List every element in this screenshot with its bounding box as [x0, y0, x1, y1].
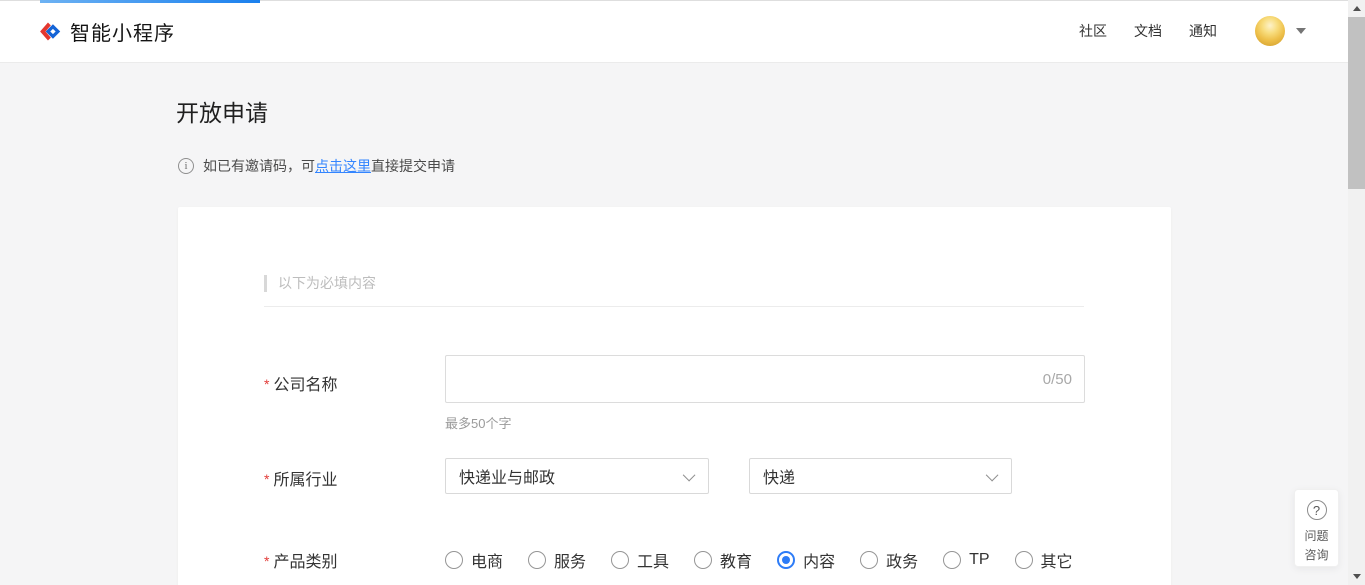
- required-asterisk: *: [264, 553, 269, 569]
- radio-label: 其它: [1041, 548, 1073, 572]
- radio-option-content[interactable]: 内容: [777, 548, 835, 572]
- radio-label: 服务: [554, 548, 586, 572]
- nav-notifications-link[interactable]: 通知: [1189, 21, 1217, 41]
- product-category-label: *产品类别: [264, 548, 337, 572]
- radio-label: TP: [969, 551, 989, 569]
- brand-name: 智能小程序: [70, 17, 175, 46]
- brand-logo[interactable]: 智能小程序: [38, 17, 175, 46]
- char-counter: 0/50: [1043, 371, 1084, 388]
- chevron-down-icon: [986, 468, 999, 481]
- industry-label: *所属行业: [264, 466, 337, 490]
- radio-option-government[interactable]: 政务: [860, 548, 918, 572]
- radio-label: 内容: [803, 548, 835, 572]
- radio-icon[interactable]: [1015, 551, 1033, 569]
- radio-icon[interactable]: [445, 551, 463, 569]
- company-name-input-box: 0/50: [445, 355, 1085, 403]
- industry-primary-select[interactable]: 快递业与邮政: [445, 458, 709, 494]
- radio-option-ecommerce[interactable]: 电商: [445, 548, 503, 572]
- required-asterisk: *: [264, 376, 269, 392]
- notice-prefix: 如已有邀请码，可: [203, 158, 315, 174]
- company-name-label: *公司名称: [264, 371, 337, 395]
- notice-text: 如已有邀请码，可点击这里直接提交申请: [203, 156, 455, 176]
- question-circle-icon: ?: [1307, 500, 1327, 520]
- notice-suffix: 直接提交申请: [371, 158, 455, 174]
- triangle-up-icon: [1353, 6, 1361, 11]
- info-icon: i: [178, 158, 194, 174]
- application-form-card: 以下为必填内容 *公司名称 0/50 最多50个字 *所属行业 快递业与邮政 快…: [178, 207, 1171, 585]
- scrollbar-down-button[interactable]: [1348, 568, 1365, 585]
- vertical-scrollbar[interactable]: [1348, 0, 1365, 585]
- radio-icon[interactable]: [611, 551, 629, 569]
- invite-code-notice: i 如已有邀请码，可点击这里直接提交申请: [178, 156, 455, 176]
- radio-icon[interactable]: [860, 551, 878, 569]
- radio-icon[interactable]: [943, 551, 961, 569]
- chevron-down-icon: [683, 468, 696, 481]
- company-name-hint: 最多50个字: [445, 413, 511, 432]
- nav-community-link[interactable]: 社区: [1079, 21, 1107, 41]
- loading-progress-bar: [40, 0, 260, 3]
- smart-miniprogram-logo-icon: [38, 20, 61, 43]
- company-name-input[interactable]: [446, 356, 1043, 402]
- product-category-label-text: 产品类别: [273, 554, 337, 571]
- radio-label: 政务: [886, 548, 918, 572]
- radio-option-other[interactable]: 其它: [1015, 548, 1073, 572]
- header-nav: 社区 文档 通知: [1079, 21, 1217, 41]
- help-label-line2: 咨询: [1304, 548, 1328, 562]
- industry-secondary-select[interactable]: 快递: [749, 458, 1012, 494]
- radio-option-education[interactable]: 教育: [694, 548, 752, 572]
- radio-label: 电商: [471, 548, 503, 572]
- click-here-link[interactable]: 点击这里: [315, 158, 371, 174]
- radio-icon[interactable]: [528, 551, 546, 569]
- industry-secondary-value: 快递: [763, 464, 795, 488]
- help-button-label: 问题 咨询: [1304, 527, 1328, 565]
- caret-down-icon: [1296, 28, 1306, 34]
- required-section-header: 以下为必填内容: [264, 273, 376, 293]
- section-accent-bar: [264, 275, 267, 292]
- help-label-line1: 问题: [1304, 529, 1328, 543]
- section-title: 以下为必填内容: [278, 273, 376, 293]
- user-menu[interactable]: [1255, 16, 1306, 46]
- top-header: 智能小程序 社区 文档 通知: [0, 0, 1348, 63]
- radio-icon[interactable]: [694, 551, 712, 569]
- radio-label: 工具: [637, 548, 669, 572]
- triangle-down-icon: [1353, 574, 1361, 579]
- required-asterisk: *: [264, 471, 269, 487]
- nav-docs-link[interactable]: 文档: [1134, 21, 1162, 41]
- radio-option-tp[interactable]: TP: [943, 551, 989, 569]
- radio-label: 教育: [720, 548, 752, 572]
- radio-icon-checked[interactable]: [777, 551, 795, 569]
- section-divider: [264, 306, 1084, 307]
- company-name-label-text: 公司名称: [273, 377, 337, 394]
- industry-label-text: 所属行业: [273, 472, 337, 489]
- help-consult-button[interactable]: ? 问题 咨询: [1294, 489, 1339, 567]
- scrollbar-up-button[interactable]: [1348, 0, 1365, 17]
- industry-primary-value: 快递业与邮政: [459, 464, 555, 488]
- scrollbar-thumb[interactable]: [1348, 17, 1365, 189]
- user-avatar[interactable]: [1255, 16, 1285, 46]
- radio-option-service[interactable]: 服务: [528, 548, 586, 572]
- page-title: 开放申请: [176, 94, 268, 128]
- product-category-radio-group: 电商 服务 工具 教育 内容 政务 TP 其它: [445, 548, 1073, 572]
- radio-option-tool[interactable]: 工具: [611, 548, 669, 572]
